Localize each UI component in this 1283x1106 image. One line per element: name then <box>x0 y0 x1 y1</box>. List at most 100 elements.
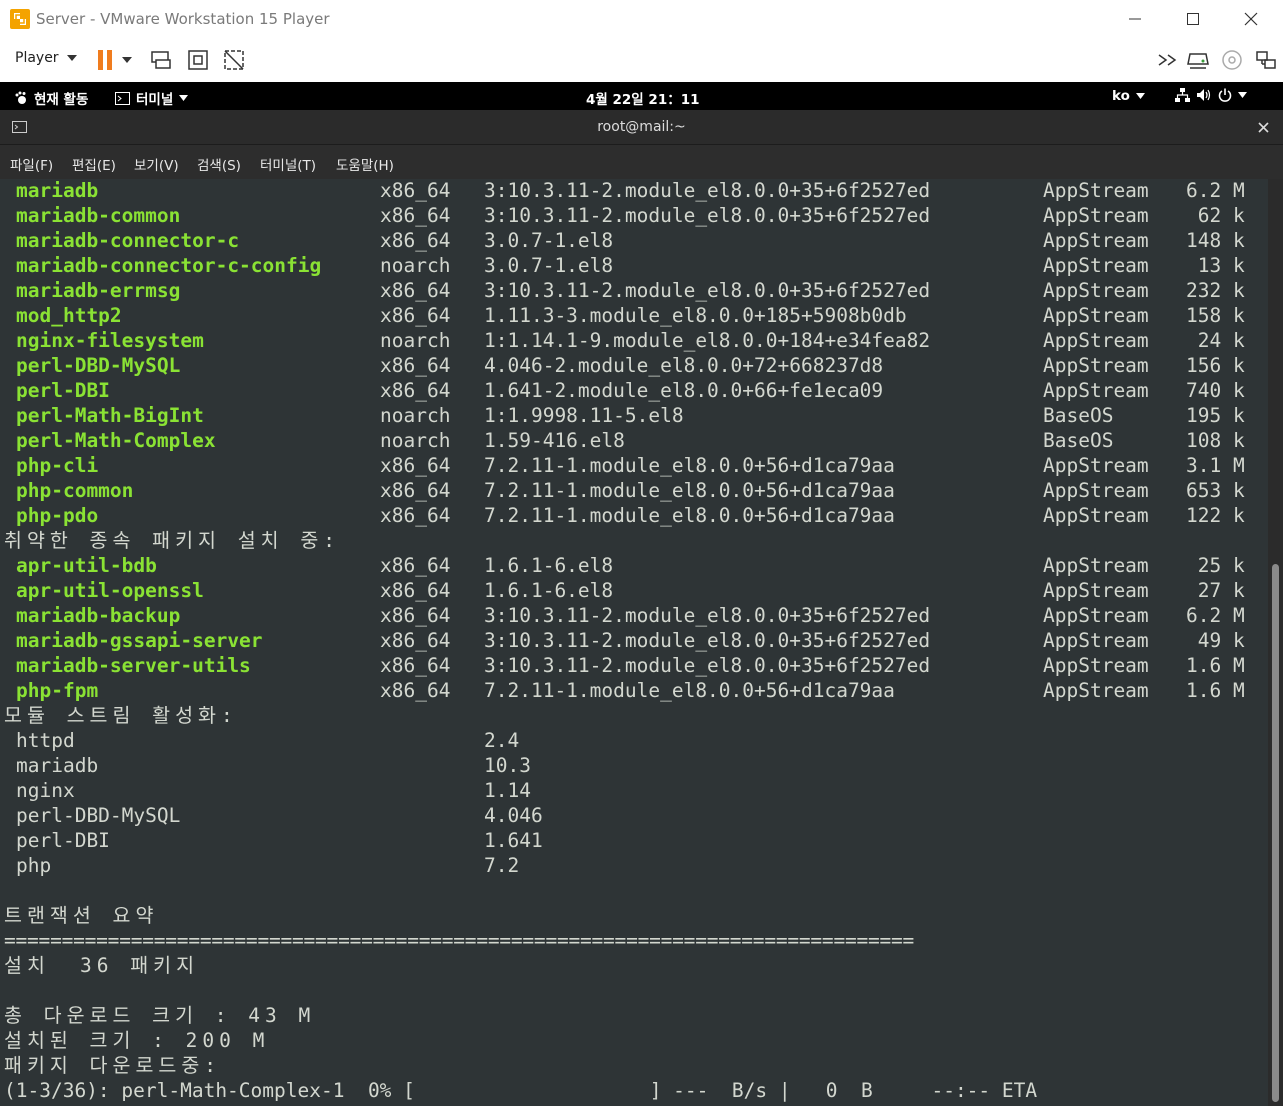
window-title: Server - VMware Workstation 15 Player <box>36 10 330 28</box>
package-repo: BaseOS <box>1043 429 1114 452</box>
clock-button[interactable]: 4월 22일 21：11 <box>586 88 700 108</box>
package-size: 108 k <box>1186 429 1245 452</box>
module-name: perl-DBD-MySQL <box>16 804 181 827</box>
package-arch: noarch <box>380 329 451 352</box>
close-button[interactable] <box>1222 0 1280 38</box>
clock: 4월 22일 21：11 <box>586 92 700 108</box>
package-size: 158 k <box>1186 304 1245 327</box>
download-size: 총 다운로드 크기 : 43 M <box>4 1004 316 1027</box>
package-repo: AppStream <box>1043 354 1149 377</box>
fit-guest-button[interactable] <box>185 47 211 73</box>
module-stream: 7.2 <box>484 854 520 877</box>
maximize-icon <box>1187 13 1199 25</box>
menu-view[interactable]: 보기(V) <box>134 154 179 174</box>
weak-deps-header: 취약한 종속 패키지 설치 중: <box>4 529 341 552</box>
vmware-toolbar: Player <box>0 38 1283 83</box>
minimize-button[interactable] <box>1106 0 1164 38</box>
package-name: mariadb <box>16 179 99 202</box>
package-repo: AppStream <box>1043 329 1149 352</box>
package-version: 7.2.11-1.module_el8.0.0+56+d1ca79aa <box>484 479 895 502</box>
unity-button[interactable] <box>221 47 247 73</box>
app-menu-label: 터미널 <box>136 92 174 108</box>
terminal-scrollbar[interactable] <box>1268 179 1283 1106</box>
install-count: 36 패키지 <box>80 954 200 977</box>
package-repo: AppStream <box>1043 679 1149 702</box>
double-chevron-right-icon <box>1158 54 1177 66</box>
activities-label: 현재 활동 <box>34 92 89 108</box>
package-arch: x86_64 <box>380 629 451 652</box>
package-version: 3:10.3.11-2.module_el8.0.0+35+6f2527ed <box>484 204 931 227</box>
menu-file[interactable]: 파일(F) <box>10 154 53 174</box>
power-icon <box>1218 88 1232 102</box>
package-name: nginx-filesystem <box>16 329 204 352</box>
package-version: 3:10.3.11-2.module_el8.0.0+35+6f2527ed <box>484 604 931 627</box>
more-devices-button[interactable] <box>1155 47 1181 73</box>
package-version: 7.2.11-1.module_el8.0.0+56+d1ca79aa <box>484 504 895 527</box>
package-arch: x86_64 <box>380 679 451 702</box>
package-name: php-common <box>16 479 134 502</box>
package-name: php-pdo <box>16 504 99 527</box>
pause-button[interactable] <box>95 47 135 73</box>
package-name: apr-util-openssl <box>16 579 204 602</box>
package-repo: AppStream <box>1043 279 1149 302</box>
package-name: mod_http2 <box>16 304 122 327</box>
scrollbar-thumb[interactable] <box>1272 564 1279 1102</box>
menu-edit[interactable]: 편집(E) <box>72 154 116 174</box>
package-name: mariadb-common <box>16 204 181 227</box>
package-size: 3.1 M <box>1186 454 1245 477</box>
send-ctrl-alt-del-button[interactable] <box>148 47 174 73</box>
module-stream: 4.046 <box>484 804 543 827</box>
activities-button[interactable]: 현재 활동 <box>14 88 88 108</box>
network-adapter-button[interactable] <box>1253 47 1279 73</box>
input-method-button[interactable]: ko <box>1112 88 1145 104</box>
chevron-down-icon <box>1135 93 1145 99</box>
system-menu-button[interactable] <box>1175 88 1247 102</box>
close-icon[interactable] <box>1258 122 1269 133</box>
menu-terminal[interactable]: 터미널(T) <box>260 154 316 174</box>
cd-drive-icon <box>1222 50 1242 70</box>
package-name: mariadb-backup <box>16 604 181 627</box>
terminal-output[interactable]: mariadb x86_64 3:10.3.11-2.module_el8.0.0+… <box>0 179 1268 1106</box>
hard-disk-icon <box>1187 53 1209 69</box>
menu-help[interactable]: 도움말(H) <box>336 154 394 174</box>
package-repo: AppStream <box>1043 304 1149 327</box>
package-size: 62 k <box>1186 204 1245 227</box>
package-version: 3.0.7-1.el8 <box>484 254 614 277</box>
downloading-label: 패키지 다운로드중: <box>4 1054 222 1077</box>
package-arch: x86_64 <box>380 279 451 302</box>
package-version: 7.2.11-1.module_el8.0.0+56+d1ca79aa <box>484 679 895 702</box>
package-size: 25 k <box>1186 554 1245 577</box>
unity-icon <box>224 50 244 70</box>
package-version: 1.6.1-6.el8 <box>484 554 614 577</box>
package-repo: AppStream <box>1043 629 1149 652</box>
package-size: 232 k <box>1186 279 1245 302</box>
terminal-title: root@mail:~ <box>597 119 686 135</box>
package-version: 1.59-416.el8 <box>484 429 625 452</box>
maximize-button[interactable] <box>1164 0 1222 38</box>
gnome-foot-icon <box>15 91 26 104</box>
network-adapter-icon <box>1256 51 1276 69</box>
package-repo: AppStream <box>1043 254 1149 277</box>
package-repo: AppStream <box>1043 179 1149 202</box>
module-name: perl-DBI <box>16 829 110 852</box>
player-menu-button[interactable]: Player <box>15 50 77 66</box>
package-repo: AppStream <box>1043 654 1149 677</box>
module-stream: 10.3 <box>484 754 531 777</box>
package-repo: AppStream <box>1043 454 1149 477</box>
cd-drive-button[interactable] <box>1219 47 1245 73</box>
package-repo: AppStream <box>1043 229 1149 252</box>
package-arch: x86_64 <box>380 654 451 677</box>
terminal-app-icon <box>115 91 130 105</box>
package-name: mariadb-connector-c-config <box>16 254 322 277</box>
package-arch: x86_64 <box>380 454 451 477</box>
modules-header: 모듈 스트림 활성화: <box>4 704 238 727</box>
package-version: 3:10.3.11-2.module_el8.0.0+35+6f2527ed <box>484 654 931 677</box>
package-version: 3:10.3.11-2.module_el8.0.0+35+6f2527ed <box>484 179 931 202</box>
package-arch: x86_64 <box>380 304 451 327</box>
download-progress: (1-3/36): perl-Math-Complex-1 0% [ ] ---… <box>4 1079 1038 1102</box>
app-menu-terminal[interactable]: 터미널 <box>115 88 189 108</box>
hard-disk-button[interactable] <box>1185 47 1211 73</box>
menu-search[interactable]: 검색(S) <box>197 154 241 174</box>
chevron-down-icon <box>1238 92 1247 98</box>
package-repo: AppStream <box>1043 604 1149 627</box>
